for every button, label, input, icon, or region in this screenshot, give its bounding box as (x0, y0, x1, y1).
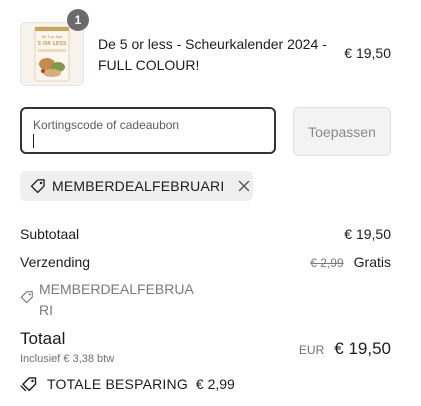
close-icon[interactable] (238, 180, 250, 192)
tax-note: Inclusief € 3,38 btw (20, 353, 115, 365)
shipping-value: Gratis (353, 254, 391, 270)
apply-discount-button[interactable]: Toepassen (293, 107, 391, 156)
product-price: € 19,50 (344, 45, 391, 61)
savings-amount: € 2,99 (195, 376, 235, 392)
applied-discount-chip: MEMBERDEALFEBRUARI (20, 171, 253, 201)
shipping-value-group: € 2,99 Gratis (310, 254, 391, 270)
product-thumbnail: De 5 or less 5 OR LESS (20, 22, 84, 86)
shipping-old-price: € 2,99 (310, 256, 344, 270)
total-amount: € 19,50 (334, 339, 391, 358)
savings-label: TOTALE BESPARING (47, 376, 188, 392)
total-value-group: EUR € 19,50 (299, 339, 391, 359)
shipping-label: Verzending (20, 254, 91, 270)
total-savings: TOTALE BESPARING € 2,99 (20, 376, 235, 392)
svg-text:De 5 or less: De 5 or less (42, 35, 63, 39)
quantity-badge: 1 (67, 9, 89, 31)
discount-code-input[interactable]: Kortingscode of cadeaubon (20, 107, 276, 154)
tag-icon (30, 178, 46, 194)
text-caret (33, 134, 34, 148)
discount-line-label: MEMBERDEALFEBRUARI (39, 281, 194, 318)
discount-code-placeholder: Kortingscode of cadeaubon (33, 118, 180, 132)
applied-code-label: MEMBERDEALFEBRUARI (52, 178, 225, 194)
discount-tag-icon (20, 290, 34, 304)
product-title: De 5 or less - Scheurkalender 2024 - FUL… (98, 36, 327, 73)
savings-tag-icon (20, 376, 38, 392)
total-label: Totaal (20, 329, 66, 348)
total-currency: EUR (298, 343, 325, 357)
subtotal-label: Subtotaal (20, 226, 80, 242)
calendar-cover-image: De 5 or less 5 OR LESS (21, 23, 83, 85)
product-thumbnail-wrap: De 5 or less 5 OR LESS 1 (20, 9, 89, 86)
subtotal-value: € 19,50 (344, 226, 391, 242)
svg-text:5 OR LESS: 5 OR LESS (38, 41, 67, 47)
